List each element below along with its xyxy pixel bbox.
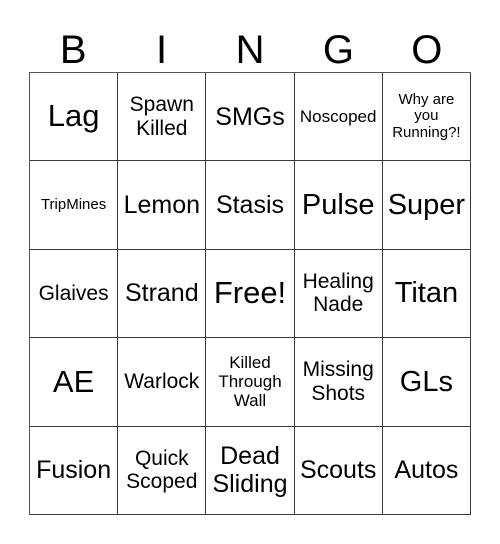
bingo-cell-label: Scouts xyxy=(299,456,377,485)
bingo-cell-label: Glaives xyxy=(38,281,109,305)
bingo-card: B I N G O Lag Spawn Killed SMGs Noscoped Why… xyxy=(0,0,500,544)
bingo-cell-label: Super xyxy=(387,188,466,221)
bingo-cell-r4-c4[interactable]: Missing Shots xyxy=(294,338,383,427)
bingo-cell-r1-c1[interactable]: Lag xyxy=(30,73,119,162)
bingo-cell-label: AE xyxy=(52,363,95,399)
bingo-cell-r3-c3[interactable]: Free! xyxy=(206,249,295,339)
bingo-cell-label: Stasis xyxy=(215,191,285,220)
bingo-cell-label: Autos xyxy=(394,456,459,485)
bingo-cell-r2-c3[interactable]: Stasis xyxy=(206,161,295,250)
bingo-cell-r4-c1[interactable]: AE xyxy=(30,338,119,427)
bingo-cell-label: Free! xyxy=(213,275,287,311)
bingo-cell-r3-c4[interactable]: Healing Nade xyxy=(294,249,383,339)
bingo-cell-label: Strand xyxy=(124,279,199,308)
bingo-cell-label: GLs xyxy=(399,365,453,398)
bingo-cell-r2-c4[interactable]: Pulse xyxy=(294,161,383,250)
bingo-cell-r2-c5[interactable]: Super xyxy=(382,161,471,250)
bingo-cell-label: Healing Nade xyxy=(302,269,374,317)
bingo-cell-label: Warlock xyxy=(124,370,200,394)
bingo-cell-r2-c1[interactable]: TripMines xyxy=(30,161,119,250)
bingo-header-letter-i: I xyxy=(156,28,168,72)
bingo-cell-label: Lag xyxy=(47,98,100,134)
bingo-cell-r2-c2[interactable]: Lemon xyxy=(118,161,207,250)
bingo-cell-r5-c5[interactable]: Autos xyxy=(382,426,471,515)
bingo-header-row: B I N G O xyxy=(29,14,471,72)
bingo-cell-label: Titan xyxy=(394,277,459,310)
bingo-cell-r3-c1[interactable]: Glaives xyxy=(30,249,119,339)
bingo-cell-r1-c2[interactable]: Spawn Killed xyxy=(118,73,207,162)
bingo-cell-r5-c2[interactable]: Quick Scoped xyxy=(118,426,207,515)
bingo-cell-r4-c3[interactable]: Killed Through Wall xyxy=(206,338,295,427)
bingo-cell-label: Lemon xyxy=(123,191,201,220)
bingo-cell-label: Fusion xyxy=(36,456,112,485)
bingo-cell-label: Noscoped xyxy=(299,107,377,127)
bingo-cell-label: Dead Sliding xyxy=(212,442,288,499)
bingo-cell-label: Why are you Running?! xyxy=(392,90,461,142)
bingo-cell-label: SMGs xyxy=(215,102,285,131)
bingo-cell-r4-c5[interactable]: GLs xyxy=(382,338,471,427)
bingo-header-letter-b: B xyxy=(59,28,87,72)
bingo-cell-label: Pulse xyxy=(301,188,375,221)
bingo-grid: Lag Spawn Killed SMGs Noscoped Why are you R… xyxy=(29,72,471,515)
bingo-header-letter-o: O xyxy=(411,28,443,72)
bingo-cell-r5-c1[interactable]: Fusion xyxy=(30,426,119,515)
bingo-header-letter-n: N xyxy=(235,28,265,72)
bingo-cell-r1-c4[interactable]: Noscoped xyxy=(294,73,383,162)
bingo-header-letter-g: G xyxy=(322,28,354,72)
bingo-cell-r5-c3[interactable]: Dead Sliding xyxy=(206,426,295,515)
bingo-cell-r4-c2[interactable]: Warlock xyxy=(118,338,207,427)
bingo-cell-label: Quick Scoped xyxy=(126,446,198,494)
bingo-cell-label: Missing Shots xyxy=(302,358,374,405)
bingo-cell-r5-c4[interactable]: Scouts xyxy=(294,426,383,515)
bingo-cell-label: Spawn Killed xyxy=(129,93,194,140)
bingo-cell-r1-c3[interactable]: SMGs xyxy=(206,73,295,162)
bingo-cell-label: Killed Through Wall xyxy=(218,353,282,411)
bingo-cell-r3-c2[interactable]: Strand xyxy=(118,249,207,339)
bingo-cell-r1-c5[interactable]: Why are you Running?! xyxy=(382,73,471,162)
bingo-cell-label: TripMines xyxy=(40,195,107,213)
bingo-cell-r3-c5[interactable]: Titan xyxy=(382,249,471,339)
